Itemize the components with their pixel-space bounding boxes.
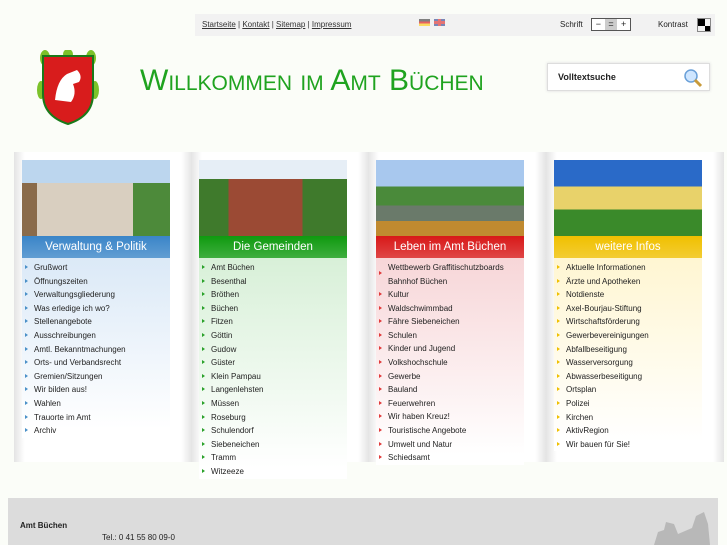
column-link-list: Amt Büchen Besenthal Bröthen Büchen Fitzen Gö… (199, 258, 347, 479)
list-item[interactable]: Was erledige ich wo? (22, 302, 170, 316)
list-item[interactable]: Trauorte im Amt (22, 411, 170, 425)
list-item[interactable]: Wir bauen für Sie! (554, 438, 702, 452)
list-item[interactable]: Gewerbe (376, 370, 524, 384)
list-item[interactable]: Feuerwehren (376, 397, 524, 411)
list-item[interactable]: Amtl. Bekanntmachungen (22, 343, 170, 357)
list-item[interactable]: Gewerbevereinigungen (554, 329, 702, 343)
german-flag-icon[interactable] (419, 19, 430, 26)
region-map-icon (654, 512, 710, 545)
list-item[interactable]: Stellenangebote (22, 315, 170, 329)
search-placeholder: Volltextsuche (558, 72, 616, 82)
list-item[interactable]: Fitzen (199, 315, 347, 329)
list-item[interactable]: Besenthal (199, 275, 347, 289)
font-size-label: Schrift (560, 20, 583, 29)
list-item[interactable]: Abfallbeseitigung (554, 343, 702, 357)
list-item[interactable]: Waldschwimmbad (376, 302, 524, 316)
list-item[interactable]: Büchen (199, 302, 347, 316)
list-item[interactable]: Langenlehsten (199, 383, 347, 397)
column-link-list: Grußwort Öffnungszeiten Verwaltungsglieder… (22, 258, 170, 438)
list-item[interactable]: Öffnungszeiten (22, 275, 170, 289)
font-normal-button[interactable]: = (604, 19, 618, 30)
list-item[interactable]: Roseburg (199, 411, 347, 425)
list-item[interactable]: Wir haben Kreuz! (376, 410, 524, 424)
list-item[interactable]: Schiedsamt (376, 451, 524, 465)
column-photo[interactable] (554, 160, 702, 236)
footer-phone: Tel.: 0 41 55 80 09-0 (102, 533, 175, 542)
list-item[interactable]: Kinder und Jugend (376, 342, 524, 356)
column-link-list: Aktuelle Informationen Ärzte und Apotheke… (554, 258, 702, 452)
list-item[interactable]: Ärzte und Apotheken (554, 275, 702, 289)
list-item[interactable]: Aktuelle Informationen (554, 261, 702, 275)
column-header[interactable]: Die Gemeinden (199, 236, 347, 258)
list-item[interactable]: Abwasserbeseitigung (554, 370, 702, 384)
list-item[interactable]: Notdienste (554, 288, 702, 302)
footer: Amt Büchen Tel.: 0 41 55 80 09-0 (8, 498, 718, 545)
list-item[interactable]: Schulen (376, 329, 524, 343)
font-size-control: − = + (591, 18, 631, 31)
list-item[interactable]: Kultur (376, 288, 524, 302)
utility-bar: Startseite | Kontakt | Sitemap | Impress… (195, 14, 715, 36)
search-icon[interactable] (683, 68, 703, 88)
list-item[interactable]: Schulendorf (199, 424, 347, 438)
link-kontakt[interactable]: Kontakt (242, 20, 269, 29)
list-item[interactable]: Göttin (199, 329, 347, 343)
list-item[interactable]: Güster (199, 356, 347, 370)
list-item[interactable]: Wasserversorgung (554, 356, 702, 370)
contrast-label: Kontrast (658, 20, 688, 29)
list-item[interactable]: Kirchen (554, 411, 702, 425)
list-item[interactable]: Gremien/Sitzungen (22, 370, 170, 384)
list-item[interactable]: Grußwort (22, 261, 170, 275)
font-larger-button[interactable]: + (617, 19, 630, 30)
list-item[interactable]: Wahlen (22, 397, 170, 411)
list-item[interactable]: Amt Büchen (199, 261, 347, 275)
list-item[interactable]: Fähre Siebeneichen (376, 315, 524, 329)
list-item[interactable]: Gudow (199, 343, 347, 357)
contrast-icon[interactable] (697, 18, 711, 32)
column-header[interactable]: weitere Infos (554, 236, 702, 258)
list-item[interactable]: Tramm (199, 451, 347, 465)
column-photo[interactable] (22, 160, 170, 236)
list-item[interactable]: Müssen (199, 397, 347, 411)
list-item[interactable]: Umwelt und Natur (376, 438, 524, 452)
uk-flag-icon[interactable] (434, 19, 445, 26)
coat-of-arms-logo (37, 50, 99, 126)
column-header[interactable]: Leben im Amt Büchen (376, 236, 524, 258)
list-item[interactable]: Wirtschaftsförderung (554, 315, 702, 329)
list-item[interactable]: Ortsplan (554, 383, 702, 397)
list-item[interactable]: Ausschreibungen (22, 329, 170, 343)
list-item[interactable]: Touristische Angebote (376, 424, 524, 438)
list-item[interactable]: Wir bilden aus! (22, 383, 170, 397)
list-item[interactable]: Klein Pampau (199, 370, 347, 384)
link-startseite[interactable]: Startseite (202, 20, 236, 29)
list-item[interactable]: Volkshochschule (376, 356, 524, 370)
search-input[interactable]: Volltextsuche (547, 63, 710, 91)
page-title: Willkommen im Amt Büchen (140, 64, 484, 97)
list-item[interactable]: Orts- und Verbandsrecht (22, 356, 170, 370)
font-smaller-button[interactable]: − (592, 19, 605, 30)
utility-links: Startseite | Kontakt | Sitemap | Impress… (202, 20, 352, 29)
list-item[interactable]: Bröthen (199, 288, 347, 302)
link-impressum[interactable]: Impressum (312, 20, 352, 29)
column-photo[interactable] (376, 160, 524, 236)
list-item[interactable]: AktivRegion (554, 424, 702, 438)
list-item[interactable]: Verwaltungsgliederung (22, 288, 170, 302)
column-link-list: Wettbewerb Graffitischutzboards Bahnhof … (376, 258, 524, 465)
footer-name: Amt Büchen (20, 521, 68, 530)
list-item[interactable]: Siebeneichen (199, 438, 347, 452)
list-item[interactable]: Bauland (376, 383, 524, 397)
list-item[interactable]: Archiv (22, 424, 170, 438)
column-header[interactable]: Verwaltung & Politik (22, 236, 170, 258)
list-item[interactable]: Axel-Bourjau-Stiftung (554, 302, 702, 316)
list-item[interactable]: Wettbewerb Graffitischutzboards Bahnhof … (376, 261, 524, 288)
link-sitemap[interactable]: Sitemap (276, 20, 305, 29)
list-item[interactable]: Witzeeze (199, 465, 347, 479)
list-item[interactable]: Polizei (554, 397, 702, 411)
column-photo[interactable] (199, 160, 347, 236)
